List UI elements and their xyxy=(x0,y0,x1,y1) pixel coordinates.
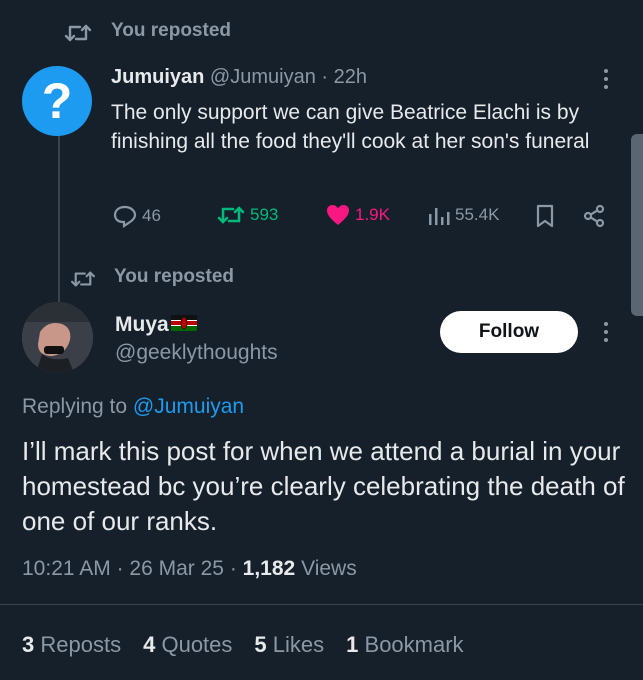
divider xyxy=(0,604,643,605)
bookmark-icon[interactable] xyxy=(535,204,555,228)
like-button[interactable]: 1.9K xyxy=(325,204,390,226)
views-icon xyxy=(427,204,451,226)
tweet2-text: I’ll mark this post for when we attend a… xyxy=(22,436,625,536)
repost-icon xyxy=(64,22,92,44)
stat-quotes[interactable]: 4 Quotes xyxy=(143,632,232,658)
tweet1-handle[interactable]: @Jumuiyan xyxy=(210,66,316,88)
thread-line xyxy=(58,136,60,302)
tweet2-time[interactable]: 10:21 AM xyxy=(22,557,111,580)
dot-separator: · xyxy=(321,66,329,88)
share-icon[interactable] xyxy=(582,204,606,228)
views-count: 1,182 xyxy=(242,557,296,580)
stat-bookmarks[interactable]: 1 Bookmark xyxy=(346,632,463,658)
like-count: 1.9K xyxy=(355,205,390,224)
heart-icon xyxy=(325,204,351,226)
avatar[interactable] xyxy=(22,302,93,373)
tweet2-handle[interactable]: @geeklythoughts xyxy=(115,341,278,365)
views-button[interactable]: 55.4K xyxy=(427,204,499,226)
reply-icon xyxy=(112,204,138,228)
tweet1-header: Jumuiyan @Jumuiyan · 22h xyxy=(111,66,367,89)
engagement-stats: 3 Reposts 4 Quotes 5 Likes 1 Bookmark xyxy=(22,632,464,658)
more-icon[interactable] xyxy=(604,69,608,89)
reply-button[interactable]: 46 xyxy=(112,204,161,228)
tweet2-author[interactable]: Muya xyxy=(115,313,197,337)
scrollbar-thumb[interactable] xyxy=(631,134,643,316)
tweet1-author-name[interactable]: Jumuiyan xyxy=(111,66,204,88)
replying-handle-link[interactable]: @Jumuiyan xyxy=(133,395,244,418)
repost-label: You reposted xyxy=(111,20,231,41)
dot-separator: · xyxy=(229,557,237,580)
dot-separator: · xyxy=(116,557,124,580)
stat-reposts[interactable]: 3 Reposts xyxy=(22,632,121,658)
replying-prefix: Replying to xyxy=(22,395,128,418)
retweet-icon xyxy=(216,204,246,226)
tweet1-time[interactable]: 22h xyxy=(334,66,367,88)
question-avatar[interactable]: ? xyxy=(22,66,92,136)
replying-to: Replying to @Jumuiyan xyxy=(22,395,244,419)
tweet2-date[interactable]: 26 Mar 25 xyxy=(129,557,224,580)
repost-icon xyxy=(70,269,96,289)
views-label: Views xyxy=(301,557,357,580)
more-icon[interactable] xyxy=(604,322,608,342)
kenya-flag-icon xyxy=(170,315,197,332)
tweet1-text: The only support we can give Beatrice El… xyxy=(111,101,590,153)
repost-label: You reposted xyxy=(114,266,234,287)
tweet2-meta: 10:21 AM · 26 Mar 25 · 1,182 Views xyxy=(22,557,357,581)
reply-count: 46 xyxy=(142,206,161,225)
stat-likes[interactable]: 5 Likes xyxy=(254,632,324,658)
retweet-button[interactable]: 593 xyxy=(216,204,278,226)
follow-button[interactable]: Follow xyxy=(440,311,578,353)
views-count: 55.4K xyxy=(455,205,500,224)
retweet-count: 593 xyxy=(250,205,279,224)
tweet2-author-name[interactable]: Muya xyxy=(115,313,169,336)
